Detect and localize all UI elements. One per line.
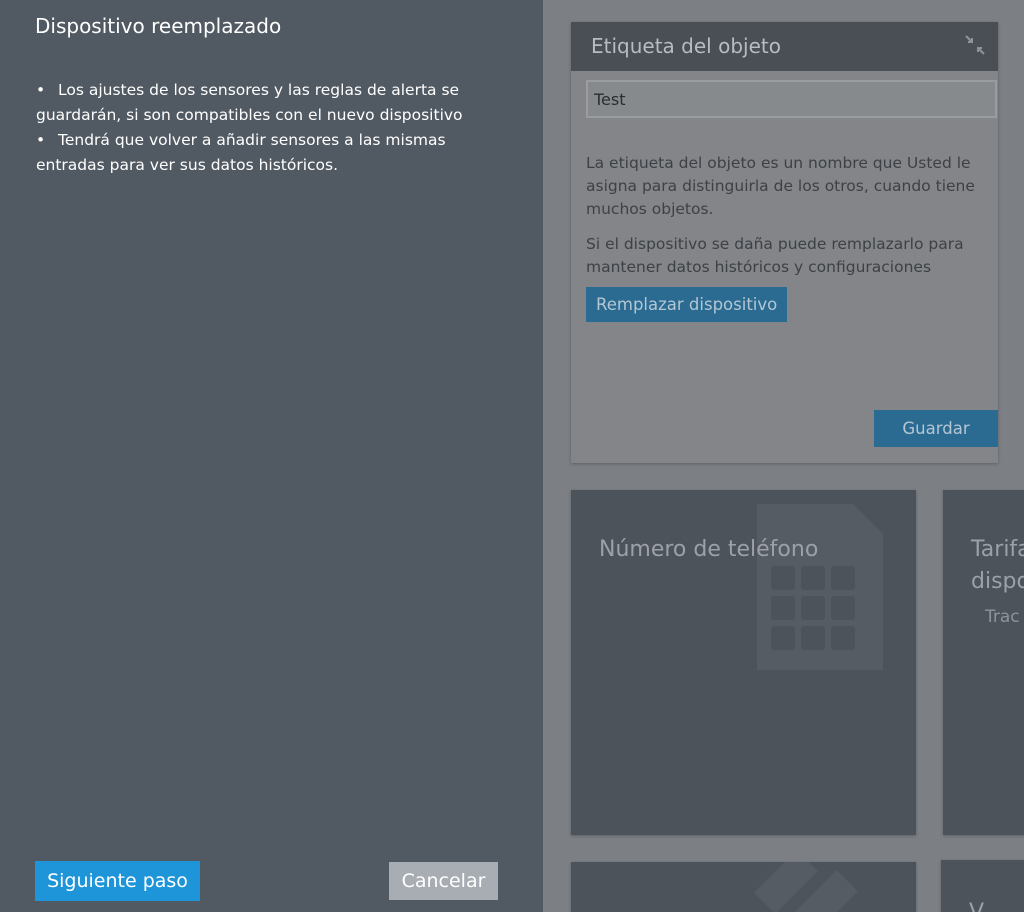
next-step-button[interactable]: Siguiente paso: [35, 861, 200, 901]
object-label-card-title: Etiqueta del objeto: [591, 34, 781, 58]
partial-tile[interactable]: V: [941, 860, 1024, 912]
bullet: •: [36, 81, 46, 99]
object-label-card: Etiqueta del objeto Test La etiqueta del…: [571, 22, 998, 463]
note-text: Los ajustes de los sensores y las reglas…: [36, 81, 463, 124]
tariff-tile[interactable]: Tarifa dispo Trac: [943, 490, 1024, 835]
tools-icon: [754, 862, 858, 912]
collapse-arrows-icon[interactable]: [964, 34, 986, 56]
object-label-input[interactable]: Test: [586, 80, 997, 118]
cancel-button[interactable]: Cancelar: [389, 862, 498, 900]
bullet: •: [36, 131, 46, 149]
panel-notes: • Los ajustes de los sensores y las regla…: [36, 78, 476, 178]
replace-device-button[interactable]: Remplazar dispositivo: [586, 287, 788, 322]
object-label-help-text: La etiqueta del objeto es un nombre que …: [586, 154, 975, 218]
phone-number-tile[interactable]: Número de teléfono: [571, 490, 916, 835]
object-label-card-header: Etiqueta del objeto: [571, 22, 998, 71]
note-text: Tendrá que volver a añadir sensores a la…: [36, 131, 446, 174]
sim-card-icon: [757, 504, 883, 670]
partial-tile-title: V: [969, 898, 984, 912]
object-label-description: La etiqueta del objeto es un nombre que …: [586, 152, 986, 291]
note-item: • Los ajustes de los sensores y las regla…: [36, 78, 476, 128]
save-button[interactable]: Guardar: [874, 410, 998, 447]
phone-number-title: Número de teléfono: [599, 537, 819, 562]
app-root: Etiqueta del objeto Test La etiqueta del…: [0, 0, 1024, 912]
tariff-subtitle: Trac: [985, 607, 1020, 627]
replace-device-hint: Si el dispositivo se daña puede remplaza…: [586, 235, 964, 276]
background-content: Etiqueta del objeto Test La etiqueta del…: [543, 0, 1024, 912]
tariff-title-line1: Tarifa: [971, 537, 1024, 562]
note-item: • Tendrá que volver a añadir sensores a l…: [36, 128, 476, 178]
replace-device-panel: Dispositivo reemplazado • Los ajustes de …: [0, 0, 543, 912]
tariff-title-line2: dispo: [971, 569, 1024, 594]
panel-title: Dispositivo reemplazado: [35, 14, 282, 38]
maintenance-tile[interactable]: [571, 862, 916, 912]
